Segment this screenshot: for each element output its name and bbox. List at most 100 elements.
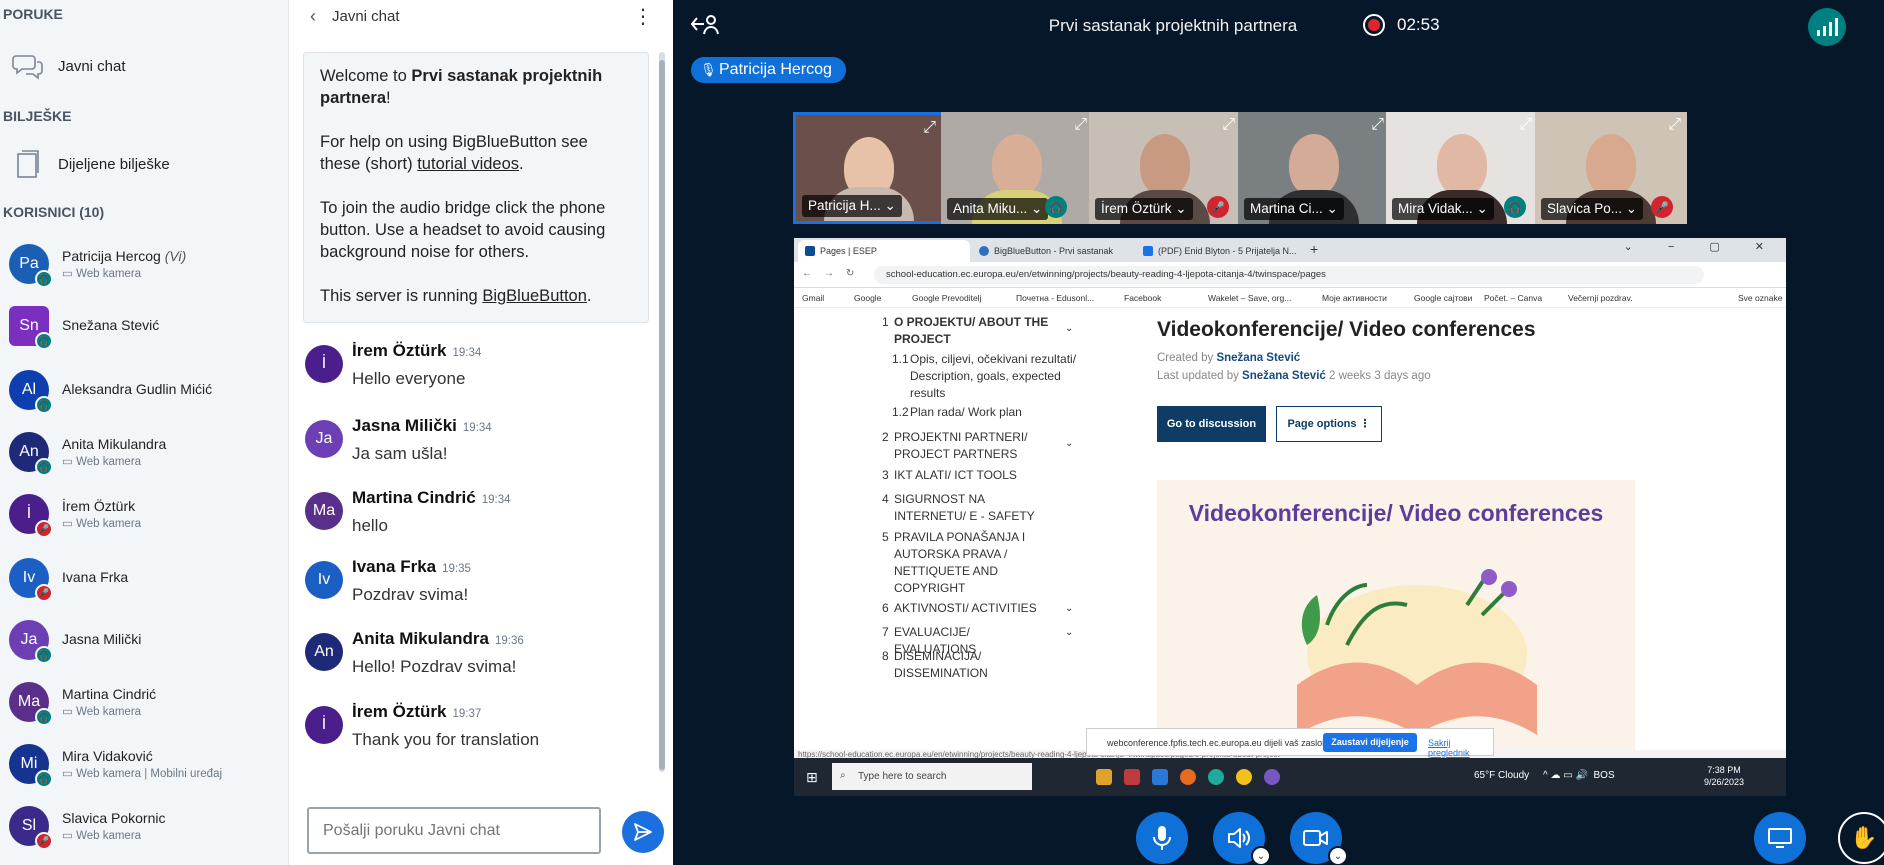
screenshare[interactable]: Pages | ESEP BigBlueButton - Prvi sastan… (794, 238, 1786, 796)
chat-message-input[interactable] (307, 807, 601, 854)
webcam-name[interactable]: Mira Vidak... ⌄ (1392, 198, 1494, 220)
bigbluebutton-link[interactable]: BigBlueButton (482, 287, 587, 305)
avatar: Ja 🎧 (9, 620, 53, 664)
file-explorer-icon[interactable] (1096, 769, 1112, 785)
user-list-item[interactable]: Al 🎧 Aleksandra Gudlin Mićić (0, 360, 288, 420)
avatar: Sl 🎤 (9, 806, 53, 850)
fullscreen-icon[interactable]: ⤢ (1074, 116, 1087, 134)
connection-status-icon[interactable] (1808, 8, 1846, 46)
user-list-item[interactable]: İ 🎤 İrem Öztürk ▭ Web kamera (0, 484, 288, 544)
window-controls[interactable]: ⌄ − ▢ ✕ (1624, 240, 1780, 253)
browser-tab[interactable]: BigBlueButton - Prvi sastanak (972, 240, 1134, 262)
webcam-name[interactable]: Martina Ci... ⌄ (1244, 198, 1344, 220)
taskbar-search[interactable]: ⌕ Type here to search (832, 763, 1032, 790)
headset-icon: 🎧 (35, 458, 53, 476)
bookmark-item[interactable]: Google (854, 293, 881, 303)
chat-scrollbar-thumb[interactable] (659, 60, 665, 770)
bookmark-item[interactable]: Gmail (802, 293, 824, 303)
bookmark-item[interactable]: Večernji pozdrav. (1568, 293, 1633, 303)
webcam-tile[interactable]: ⤢ Martina Ci... ⌄ (1238, 112, 1390, 224)
avatar: An (305, 633, 343, 671)
bookmark-item[interactable]: Google Prevoditelj (912, 293, 981, 303)
store-icon[interactable] (1124, 769, 1140, 785)
fullscreen-icon[interactable]: ⤢ (1668, 116, 1681, 134)
chat-message: İ İrem Öztürk 19:34 Hello everyone (305, 341, 645, 411)
tutorial-videos-link[interactable]: tutorial videos (417, 155, 519, 173)
user-list-item[interactable]: Sn 🎧 Snežana Stević (0, 296, 288, 356)
weather-text[interactable]: 65°F Cloudy (1474, 770, 1529, 781)
browser-nav-icons[interactable]: ←→↻ (802, 268, 866, 279)
go-to-discussion-button[interactable]: Go to discussion (1157, 406, 1266, 442)
fullscreen-icon[interactable]: ⤢ (1519, 116, 1532, 134)
viber-icon[interactable] (1264, 769, 1280, 785)
recording-indicator[interactable]: 02:53 (1363, 14, 1440, 36)
bookmark-item[interactable]: Wakelet – Save, org... (1208, 293, 1291, 303)
microphone-icon (1153, 826, 1171, 850)
chevron-down-icon[interactable]: ⌄ (1065, 600, 1073, 617)
chevron-down-icon[interactable]: ⌄ (1065, 624, 1073, 641)
user-list-item[interactable]: Sl 🎤 Slavica Pokornic ▭ Web kamera (0, 796, 288, 856)
avatar: An 🎧 (9, 432, 53, 476)
screenshare-button[interactable] (1754, 812, 1806, 864)
bookmark-item[interactable]: Google сајтови (1414, 293, 1472, 303)
firefox-icon[interactable] (1180, 769, 1196, 785)
webcam-tile[interactable]: ⤢ Anita Miku... ⌄ 🎧 (941, 112, 1093, 224)
hide-notice-link[interactable]: Sakrij preglednik (1428, 738, 1493, 758)
web-page: 1 O PROJEKTU/ ABOUT THE PROJECT ⌄ 1.1 Opis, … (794, 308, 1786, 760)
chevron-down-icon[interactable]: ⌄ (1328, 846, 1348, 865)
chevron-left-icon[interactable]: ‹ (310, 6, 316, 27)
user-list-item[interactable]: Pa 🎧 Patricija Hercog (Vi) ▭ Web kamera (0, 234, 288, 294)
welcome-text: This server is running (320, 287, 483, 305)
bookmark-item[interactable]: Моје активности (1322, 293, 1387, 303)
windows-start-icon[interactable]: ⊞ (806, 769, 818, 786)
fullscreen-icon[interactable]: ⤢ (1222, 116, 1235, 134)
webcam-tile[interactable]: ⤢ Patricija H... ⌄ (793, 112, 945, 224)
bookmark-item[interactable]: Почетна - Edusonl... (1016, 293, 1094, 303)
webcam-name[interactable]: Anita Miku... ⌄ (947, 198, 1049, 220)
taskbar-clock[interactable]: 7:38 PM 9/26/2023 (1704, 764, 1744, 788)
chrome-icon[interactable] (1236, 769, 1252, 785)
speaker-icon (1228, 828, 1250, 848)
user-list-item[interactable]: Ja 🎧 Jasna Milički (0, 610, 288, 670)
talking-indicator[interactable]: 🎙 Patricija Hercog (691, 57, 846, 83)
webcam-tile[interactable]: ⤢ Slavica Po... ⌄ 🎤 (1535, 112, 1687, 224)
webcam-name[interactable]: Slavica Po... ⌄ (1541, 198, 1644, 220)
bookmark-item[interactable]: Počet. – Canva (1484, 293, 1542, 303)
fullscreen-icon[interactable]: ⤢ (1371, 116, 1384, 134)
page-options-button[interactable]: Page options ⋮ (1276, 406, 1382, 442)
sidebar-shared-notes[interactable]: Dijeljene bilješke (0, 144, 288, 184)
user-list-item[interactable]: An 🎧 Anita Mikulandra ▭ Web kamera (0, 422, 288, 482)
user-list-item[interactable]: Mi 🎧 Mira Vidaković ▭ Web kamera | Mobilni… (0, 734, 288, 794)
all-bookmarks[interactable]: Sve oznake (1738, 293, 1782, 303)
chevron-down-icon[interactable]: ⌄ (1065, 435, 1073, 452)
chevron-down-icon[interactable]: ⌄ (1251, 846, 1271, 865)
fullscreen-icon[interactable]: ⤢ (923, 119, 936, 137)
bookmark-item[interactable]: Facebook (1124, 293, 1161, 303)
sidebar-public-chat[interactable]: Javni chat (0, 46, 288, 86)
updated-by-user[interactable]: Snežana Stević (1242, 370, 1326, 382)
user-list-item[interactable]: Iv 🎤 Ivana Frka (0, 548, 288, 608)
audio-settings-button[interactable]: ⌄ (1213, 812, 1271, 865)
address-bar[interactable]: school-education.ec.europa.eu/en/etwinni… (874, 266, 1704, 284)
browser-tab[interactable]: Pages | ESEP (798, 240, 970, 262)
webcam-tile[interactable]: ⤢ İrem Öztürk ⌄ 🎤 (1089, 112, 1241, 224)
created-by-user[interactable]: Snežana Stević (1216, 352, 1300, 364)
send-message-button[interactable] (622, 811, 664, 853)
webcam-name[interactable]: Patricija H... ⌄ (802, 195, 902, 217)
mail-icon[interactable] (1152, 769, 1168, 785)
webcam-tile[interactable]: ⤢ Mira Vidak... ⌄ 🎧 (1386, 112, 1538, 224)
webcam-button[interactable]: ⌄ (1290, 812, 1348, 865)
mute-microphone-button[interactable] (1136, 812, 1188, 864)
raise-hand-button[interactable]: ✋ (1838, 812, 1884, 864)
webcam-name[interactable]: İrem Öztürk ⌄ (1095, 198, 1193, 220)
more-options-icon[interactable]: ⋮ (633, 4, 653, 29)
tree-item-label: O PROJEKTU/ ABOUT THE PROJECT (894, 315, 1049, 346)
user-list-item[interactable]: Ma 🎧 Martina Cindrić ▭ Web kamera (0, 672, 288, 732)
chat-title[interactable]: Javni chat (332, 8, 400, 25)
stop-sharing-button[interactable]: Zaustavi dijeljenje (1323, 733, 1417, 752)
chevron-down-icon[interactable]: ⌄ (1065, 320, 1073, 337)
browser-tab[interactable]: (PDF) Enid Blyton - 5 Prijatelja N... (1136, 240, 1304, 262)
new-tab-icon[interactable]: + (1310, 241, 1318, 257)
edge-icon[interactable] (1208, 769, 1224, 785)
language-indicator[interactable]: BOS (1594, 770, 1615, 781)
